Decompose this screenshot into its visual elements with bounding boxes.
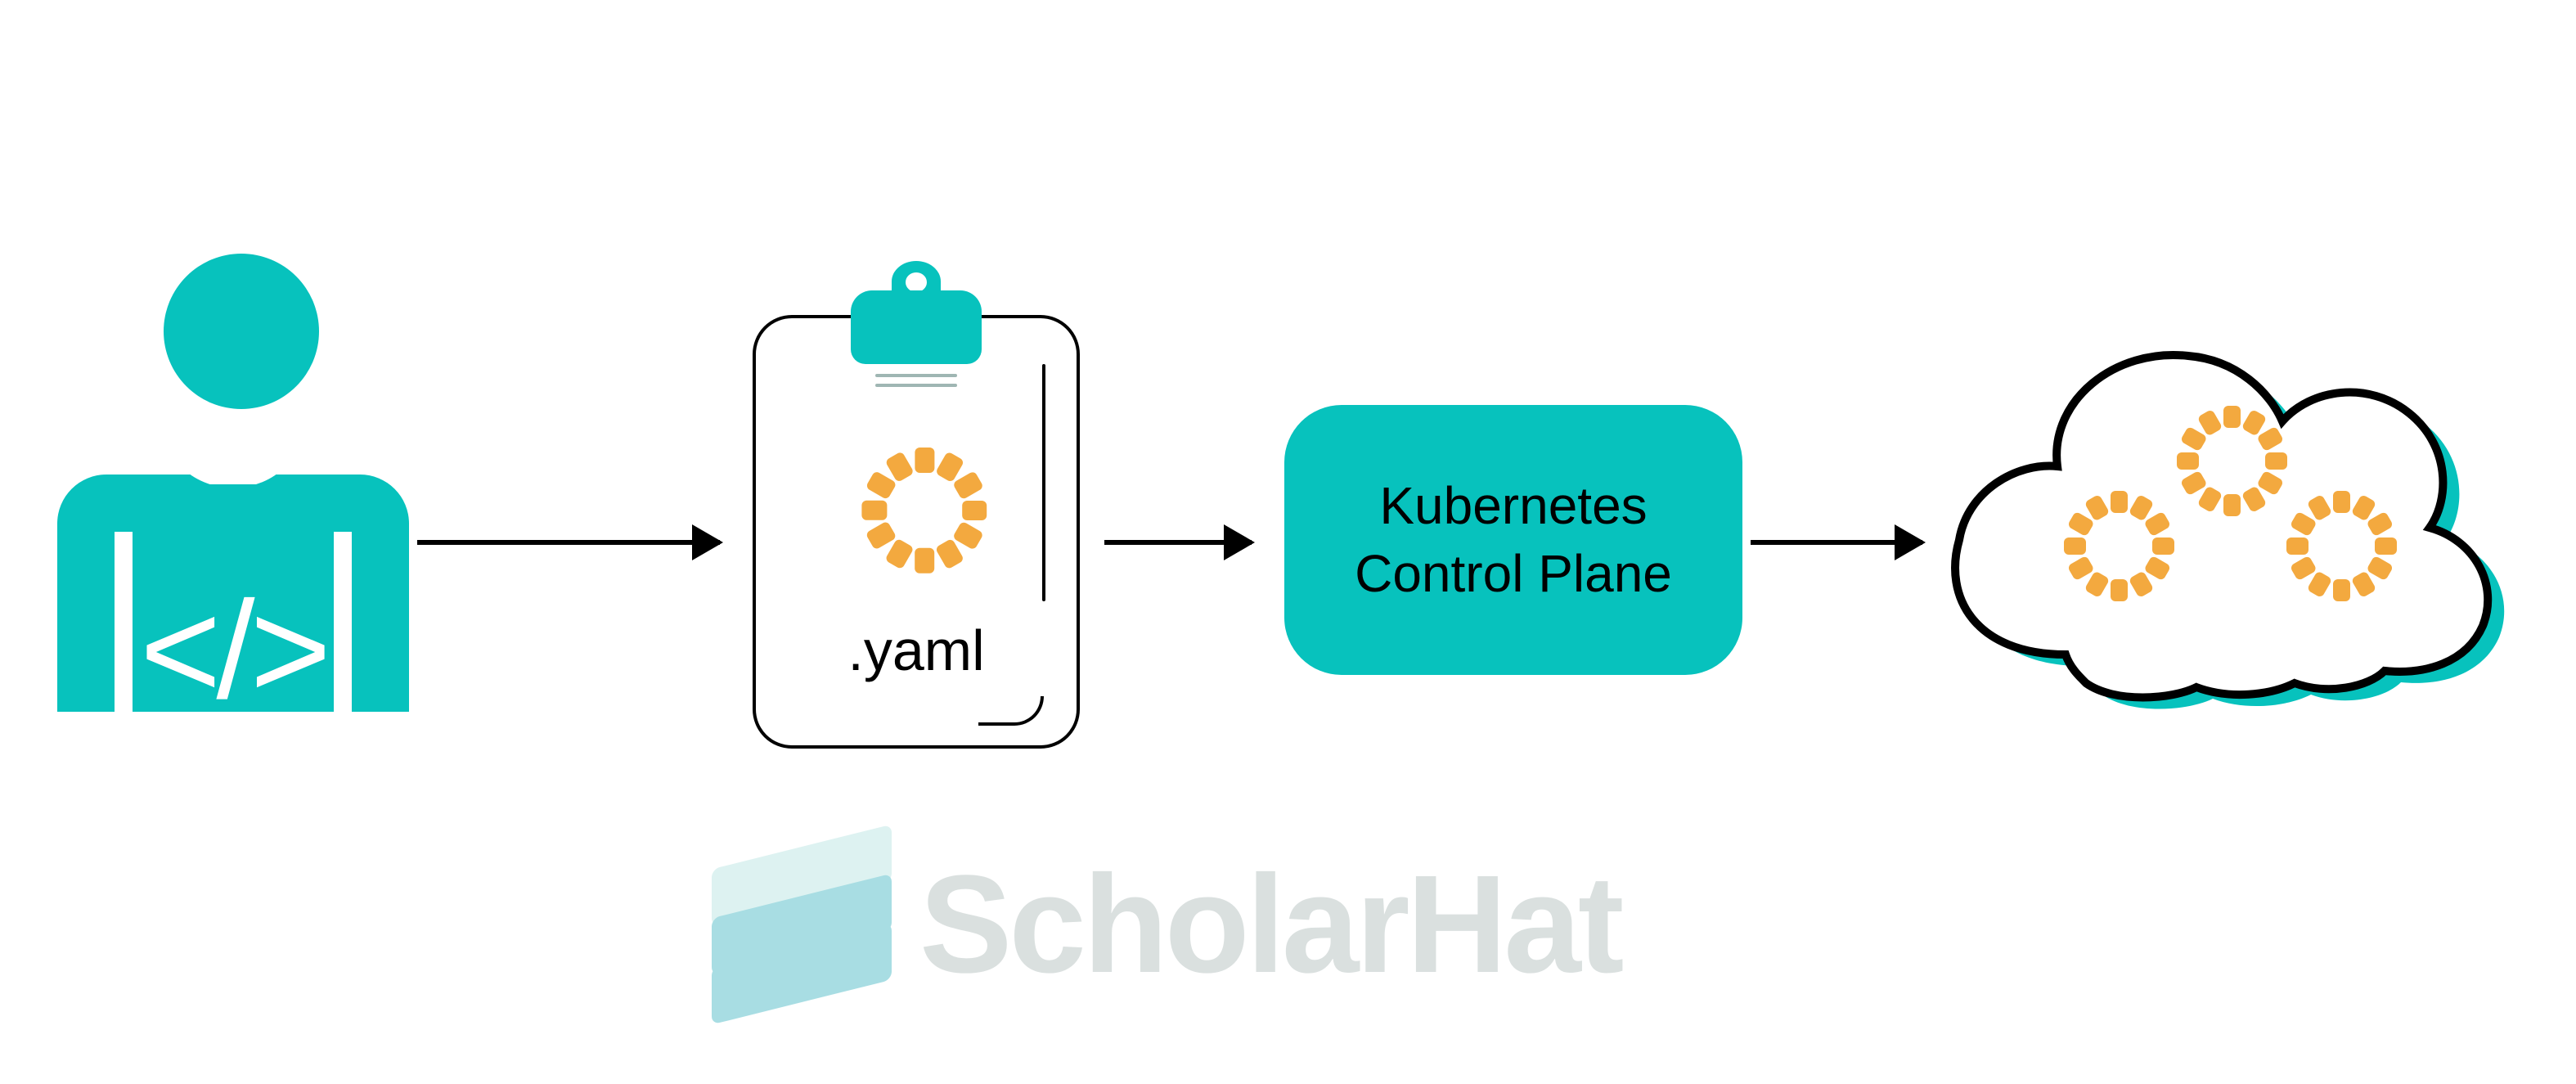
watermark-text: ScholarHat xyxy=(919,855,1621,994)
scholarhat-watermark: ScholarHat xyxy=(712,843,1621,1006)
code-glyph: </> xyxy=(140,581,326,720)
cloud-ring-icon-3 xyxy=(2280,484,2403,607)
clipboard-lines xyxy=(875,371,957,392)
cloud-ring-icon-1 xyxy=(2057,484,2180,607)
cloud-ring-icon-2 xyxy=(2170,399,2293,522)
scholarhat-logo-icon xyxy=(712,843,892,1006)
developer-arm-gap-left xyxy=(115,532,133,712)
control-plane-label: Kubernetes Control Plane xyxy=(1355,472,1672,608)
developer-arm-gap-right xyxy=(334,532,352,712)
developer-body-icon: </> xyxy=(57,417,409,712)
developer-head-icon xyxy=(164,254,319,409)
clipboard-clip xyxy=(851,290,982,364)
arrow-yaml-to-controlplane xyxy=(1104,540,1252,545)
developer-icon: </> xyxy=(57,254,409,712)
yaml-clipboard: .yaml xyxy=(753,290,1080,749)
deployment-ring-icon xyxy=(855,441,994,580)
cloud-cluster xyxy=(1926,303,2515,728)
control-plane-box: Kubernetes Control Plane xyxy=(1284,405,1742,675)
clipboard-side-line xyxy=(1042,364,1045,601)
arrow-controlplane-to-cloud xyxy=(1751,540,1922,545)
yaml-label: .yaml xyxy=(847,618,984,683)
arrow-dev-to-yaml xyxy=(417,540,720,545)
diagram-stage: </> .yaml Kubernetes Control Plane xyxy=(0,0,2576,1084)
